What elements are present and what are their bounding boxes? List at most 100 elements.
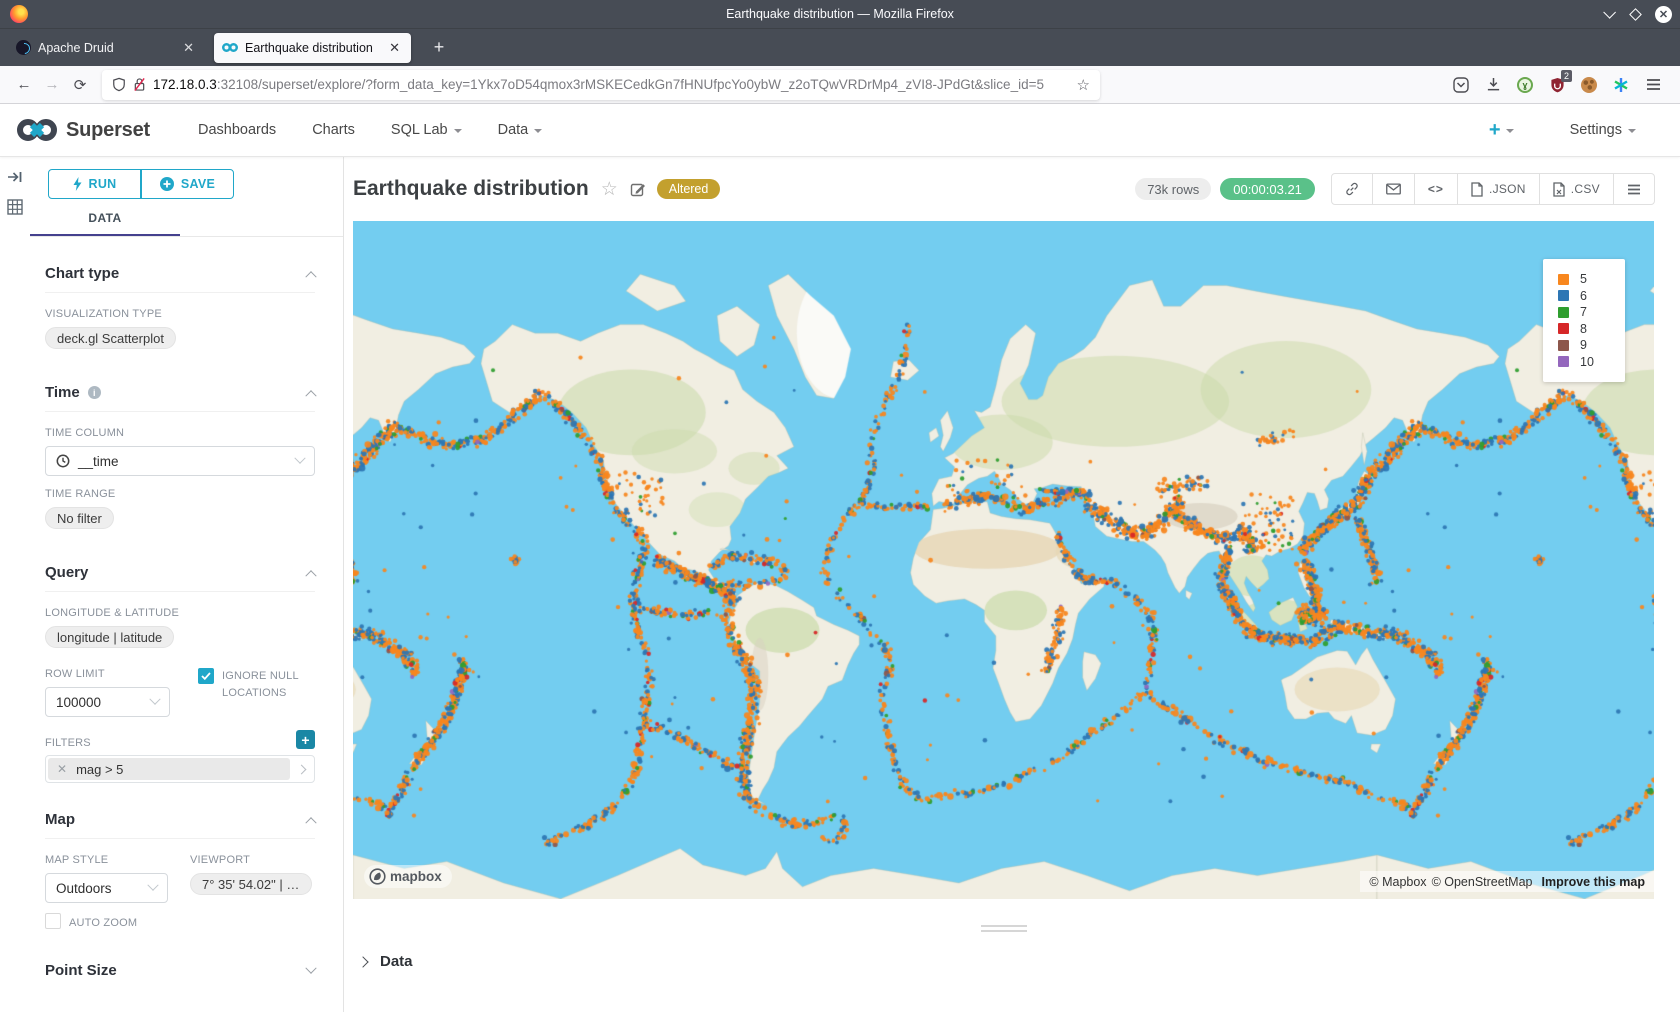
row-limit-label: ROW LIMIT xyxy=(45,668,170,680)
tab-close-icon[interactable]: ✕ xyxy=(180,40,197,56)
window-maximize-button[interactable] xyxy=(1627,6,1643,22)
browser-tabstrip: Apache Druid ✕ Earthquake distribution ✕… xyxy=(0,28,1680,66)
chevron-down-icon xyxy=(1628,129,1636,133)
file-icon xyxy=(1471,182,1483,197)
ignore-null-checkbox[interactable] xyxy=(198,668,214,684)
chart-actions: <> .JSON .CSV xyxy=(1331,173,1655,205)
legend-item[interactable]: 7 xyxy=(1558,304,1625,321)
forward-icon[interactable]: → xyxy=(38,71,66,99)
tab-close-icon[interactable]: ✕ xyxy=(386,40,403,56)
chevron-down-icon[interactable] xyxy=(305,962,316,973)
tab-title: Apache Druid xyxy=(38,41,173,55)
pocket-icon[interactable] xyxy=(1448,72,1474,98)
visualization-type-value[interactable]: deck.gl Scatterplot xyxy=(45,327,176,349)
data-section-toggle[interactable]: Data xyxy=(353,953,1655,970)
map-legend: 56789 10 xyxy=(1543,259,1625,382)
legend-label: 9 xyxy=(1580,338,1587,352)
remove-filter-icon[interactable]: ✕ xyxy=(57,762,67,776)
auto-zoom-checkbox[interactable] xyxy=(45,913,61,929)
map-canvas[interactable] xyxy=(353,221,1654,899)
section-query[interactable]: Query xyxy=(45,564,315,581)
time-range-value[interactable]: No filter xyxy=(45,507,114,529)
map-attribution: © Mapbox © OpenStreetMap Improve this ma… xyxy=(1360,871,1654,892)
nav-settings[interactable]: Settings xyxy=(1552,122,1654,138)
superset-infinity-icon xyxy=(16,117,58,143)
tab-earthquake-distribution[interactable]: Earthquake distribution ✕ xyxy=(214,33,411,63)
viewport-value[interactable]: 7° 35' 54.02" | 31... xyxy=(190,873,312,895)
tab-data[interactable]: DATA xyxy=(30,211,180,236)
email-button[interactable] xyxy=(1372,174,1414,204)
section-point-size[interactable]: Point Size xyxy=(45,962,315,979)
row-limit-select[interactable]: 100000 xyxy=(45,687,170,717)
reload-icon[interactable]: ⟳ xyxy=(66,71,94,99)
export-json-button[interactable]: .JSON xyxy=(1457,174,1539,204)
chevron-up-icon[interactable] xyxy=(305,817,316,828)
tab-apache-druid[interactable]: Apache Druid ✕ xyxy=(8,33,205,63)
section-map[interactable]: Map xyxy=(45,811,315,828)
export-csv-button[interactable]: .CSV xyxy=(1539,174,1613,204)
row-count-badge: 73k rows xyxy=(1135,178,1211,200)
back-icon[interactable]: ← xyxy=(10,71,38,99)
greasemonkey-icon[interactable]: ɣ xyxy=(1512,72,1538,98)
nav-data[interactable]: Data xyxy=(480,122,561,138)
altered-badge[interactable]: Altered xyxy=(657,179,721,199)
mapbox-logo[interactable]: mapbox xyxy=(364,865,452,888)
legend-item[interactable]: 6 xyxy=(1558,288,1625,305)
legend-item[interactable]: 8 xyxy=(1558,321,1625,338)
more-options-button[interactable] xyxy=(1613,174,1654,204)
hamburger-menu-icon[interactable] xyxy=(1640,72,1666,98)
chevron-up-icon[interactable] xyxy=(305,271,316,282)
chevron-up-icon[interactable] xyxy=(305,570,316,581)
insecure-lock-icon[interactable] xyxy=(133,77,146,92)
filter-control[interactable]: ✕ mag > 5 xyxy=(45,755,315,783)
chevron-up-icon[interactable] xyxy=(305,390,316,401)
share-link-button[interactable] xyxy=(1332,174,1372,204)
improve-map-link[interactable]: Improve this map xyxy=(1542,875,1646,889)
section-chart-type[interactable]: Chart type xyxy=(45,265,315,282)
nav-dashboards[interactable]: Dashboards xyxy=(180,122,294,138)
extension-asterisk-icon[interactable] xyxy=(1608,72,1634,98)
mapbox-attribution-link[interactable]: © Mapbox xyxy=(1369,875,1426,889)
run-button[interactable]: RUN xyxy=(48,169,141,199)
nav-charts[interactable]: Charts xyxy=(294,122,373,138)
lonlat-label: LONGITUDE & LATITUDE xyxy=(45,607,315,619)
legend-label: 10 xyxy=(1580,355,1594,369)
ublock-badge: 2 xyxy=(1561,70,1572,82)
save-button[interactable]: SAVE xyxy=(141,169,234,199)
shield-icon[interactable] xyxy=(112,77,126,92)
nav-sql-lab[interactable]: SQL Lab xyxy=(373,122,480,138)
resize-drag-handle[interactable] xyxy=(981,925,1027,932)
hamburger-icon xyxy=(1627,184,1641,195)
add-filter-button[interactable]: + xyxy=(296,730,315,749)
legend-item[interactable]: 5 xyxy=(1558,271,1625,288)
ublock-icon[interactable]: 2 xyxy=(1544,72,1570,98)
new-tab-button[interactable]: + xyxy=(425,34,453,62)
expand-datasource-icon[interactable] xyxy=(7,169,23,185)
favorite-star-icon[interactable]: ☆ xyxy=(601,178,618,201)
osm-attribution-link[interactable]: © OpenStreetMap xyxy=(1432,875,1533,889)
window-close-button[interactable]: ✕ xyxy=(1655,6,1672,23)
edit-filter-icon[interactable] xyxy=(290,766,312,773)
grid-icon[interactable] xyxy=(7,199,23,215)
superset-logo[interactable]: Superset xyxy=(16,117,150,143)
map-style-select[interactable]: Outdoors xyxy=(45,873,168,903)
chevron-down-icon xyxy=(147,880,158,891)
lonlat-value[interactable]: longitude | latitude xyxy=(45,626,174,648)
url-bar[interactable]: 172.18.0.3:32108/superset/explore/?form_… xyxy=(102,70,1100,100)
legend-item[interactable]: 9 xyxy=(1558,337,1625,354)
cookie-icon[interactable] xyxy=(1576,72,1602,98)
deckgl-scatter-map[interactable]: 56789 10 mapbox © Mapbox © OpenStreetMap … xyxy=(353,221,1654,899)
url-text: 172.18.0.3:32108/superset/explore/?form_… xyxy=(153,77,1070,92)
filter-pill[interactable]: ✕ mag > 5 xyxy=(48,758,290,780)
add-new-button[interactable]: + xyxy=(1489,119,1514,142)
edit-properties-icon[interactable] xyxy=(630,181,646,197)
embed-code-button[interactable]: <> xyxy=(1414,174,1457,204)
legend-item[interactable]: 10 xyxy=(1558,354,1625,371)
bookmark-star-icon[interactable]: ☆ xyxy=(1077,76,1090,94)
section-time[interactable]: Timei xyxy=(45,384,315,401)
download-icon[interactable] xyxy=(1480,72,1506,98)
chart-panel: Earthquake distribution ☆ Altered 73k ro… xyxy=(344,157,1680,1012)
time-column-select[interactable]: __time xyxy=(45,446,315,476)
chevron-down-icon xyxy=(149,694,160,705)
window-minimize-button[interactable] xyxy=(1599,6,1615,22)
